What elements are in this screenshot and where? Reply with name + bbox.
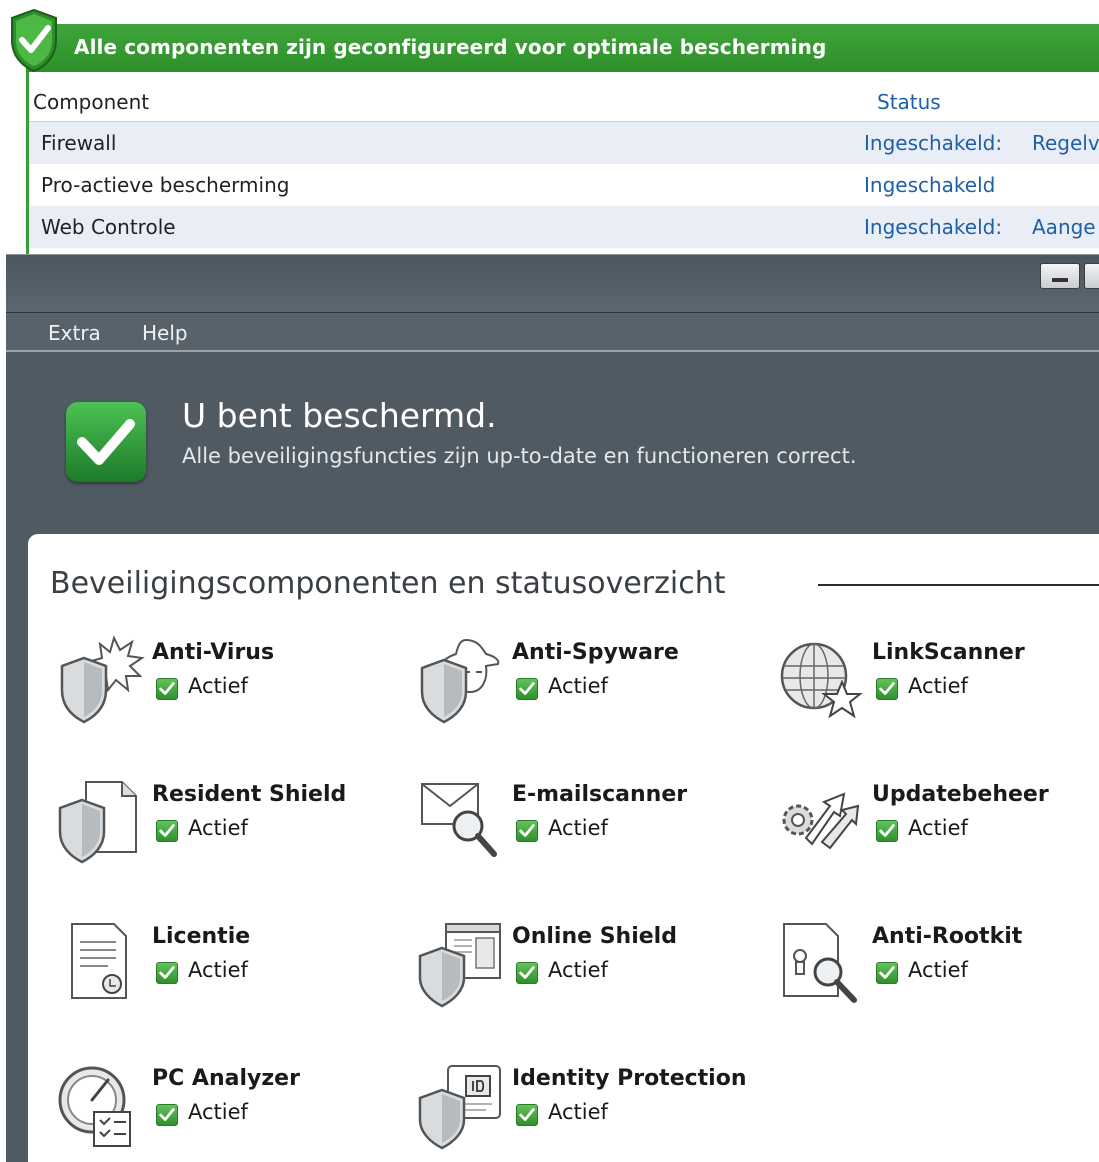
shield-id-icon — [418, 1065, 501, 1150]
section-divider — [818, 584, 1099, 586]
optimal-protection-banner: Alle componenten zijn geconfigureerd voo… — [26, 24, 1099, 72]
check-icon — [66, 402, 146, 482]
check-icon — [156, 678, 178, 700]
check-icon — [516, 1104, 538, 1126]
row-component: Web Controle — [41, 215, 176, 239]
component-tile-resident-shield[interactable]: Resident Shield Actief — [56, 776, 386, 886]
check-icon — [876, 820, 898, 842]
component-name: Resident Shield — [152, 782, 347, 807]
status-label: Actief — [548, 674, 608, 698]
row-component: Pro-actieve bescherming — [41, 173, 290, 197]
status-label: Actief — [548, 1100, 608, 1124]
status-label: Actief — [908, 816, 968, 840]
check-icon — [156, 1104, 178, 1126]
envelope-magnifier-icon — [421, 783, 497, 857]
row-status-link[interactable]: Ingeschakeld: — [864, 131, 1002, 155]
gear-arrows-icon — [782, 792, 860, 850]
status-label: Actief — [188, 958, 248, 982]
shield-check-icon — [11, 8, 57, 72]
avg-main-window: Extra Help U bent beschermd. Alle beveil… — [6, 254, 1099, 1162]
check-icon — [516, 678, 538, 700]
component-tile-online-shield[interactable]: Online Shield Actief — [416, 918, 746, 1028]
component-name: Identity Protection — [512, 1066, 747, 1091]
document-lock-magnifier-icon — [783, 923, 857, 1003]
check-icon — [156, 962, 178, 984]
component-tile-linkscanner[interactable]: LinkScanner Actief — [776, 634, 1099, 744]
check-icon — [516, 962, 538, 984]
component-name: Updatebeheer — [872, 782, 1049, 807]
status-label: Actief — [188, 816, 248, 840]
row-status-link[interactable]: Ingeschakeld: — [864, 215, 1002, 239]
component-name: Anti-Virus — [152, 640, 275, 665]
check-icon — [876, 678, 898, 700]
component-name: Licentie — [152, 924, 251, 949]
component-table: Component Status Firewall Ingeschakeld: … — [29, 84, 1099, 248]
status-label: Actief — [548, 958, 608, 982]
component-tile-anti-rootkit[interactable]: Anti-Rootkit Actief — [776, 918, 1099, 1028]
component-name: E-mailscanner — [512, 782, 688, 807]
header-component[interactable]: Component — [33, 90, 149, 114]
shield-document-icon — [58, 781, 137, 864]
banner-text: Alle componenten zijn geconfigureerd voo… — [74, 35, 827, 59]
section-title: Beveiligingscomponenten en statusoverzic… — [50, 566, 726, 601]
row-component: Firewall — [41, 131, 117, 155]
shield-spy-icon — [420, 638, 500, 724]
component-tile-pc-analyzer[interactable]: PC Analyzer Actief — [56, 1060, 386, 1162]
component-name: PC Analyzer — [152, 1066, 300, 1091]
component-name: Online Shield — [512, 924, 677, 949]
license-document-icon — [71, 923, 127, 999]
minimize-button[interactable] — [1040, 263, 1080, 289]
shield-virus-icon — [60, 635, 145, 724]
table-header: Component Status — [29, 84, 1099, 122]
component-tile-e-mailscanner[interactable]: E-mailscanner Actief — [416, 776, 746, 886]
status-label: Actief — [188, 674, 248, 698]
minimize-icon — [1052, 278, 1068, 282]
menu-extra[interactable]: Extra — [48, 321, 101, 345]
menu-bar: Extra Help — [6, 312, 1099, 352]
component-tile-identity-protection[interactable]: Identity Protection Actief — [416, 1060, 747, 1162]
table-row[interactable]: Pro-actieve bescherming Ingeschakeld — [29, 164, 1099, 206]
check-icon — [876, 962, 898, 984]
title-bar[interactable] — [6, 254, 1099, 312]
component-name: Anti-Spyware — [512, 640, 679, 665]
status-label: Actief — [908, 958, 968, 982]
protection-status: U bent beschermd. Alle beveiligingsfunct… — [6, 354, 1099, 534]
check-icon — [516, 820, 538, 842]
component-tile-anti-virus[interactable]: Anti-Virus Actief — [56, 634, 386, 744]
header-status[interactable]: Status — [877, 90, 941, 114]
shield-browser-icon — [418, 923, 501, 1008]
component-name: Anti-Rootkit — [872, 924, 1023, 949]
check-icon — [156, 820, 178, 842]
component-status-window: Alle componenten zijn geconfigureerd voo… — [0, 0, 1099, 254]
gauge-checklist-icon — [58, 1066, 131, 1147]
menu-help[interactable]: Help — [142, 321, 188, 345]
component-tile-anti-spyware[interactable]: Anti-Spyware Actief — [416, 634, 746, 744]
component-tile-licentie[interactable]: Licentie Actief — [56, 918, 386, 1028]
component-name: LinkScanner — [872, 640, 1025, 665]
components-overview: Beveiligingscomponenten en statusoverzic… — [28, 534, 1099, 1162]
row-status-link[interactable]: Ingeschakeld — [864, 173, 995, 197]
row-extra-link[interactable]: Aange — [1032, 215, 1096, 239]
row-extra-link[interactable]: Regelv — [1032, 131, 1099, 155]
maximize-button[interactable] — [1084, 263, 1099, 289]
status-label: Actief — [188, 1100, 248, 1124]
status-title: U bent beschermd. — [182, 396, 497, 435]
table-row[interactable]: Firewall Ingeschakeld: Regelv — [29, 122, 1099, 164]
status-label: Actief — [548, 816, 608, 840]
globe-star-icon — [780, 642, 863, 719]
component-tile-updatebeheer[interactable]: Updatebeheer Actief — [776, 776, 1099, 886]
status-subtitle: Alle beveiligingsfuncties zijn up-to-dat… — [182, 444, 857, 468]
status-label: Actief — [908, 674, 968, 698]
table-row[interactable]: Web Controle Ingeschakeld: Aange — [29, 206, 1099, 248]
